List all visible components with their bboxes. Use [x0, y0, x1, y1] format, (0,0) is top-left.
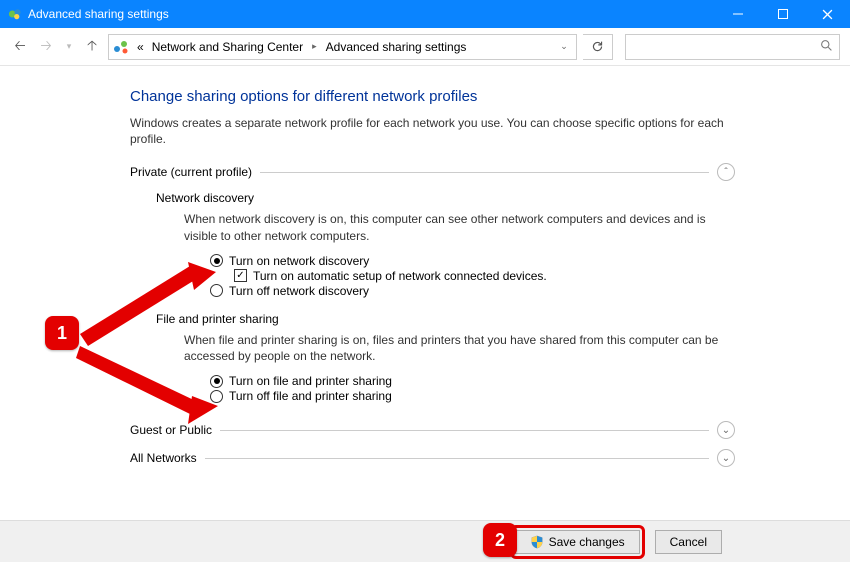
save-changes-button[interactable]: Save changes [515, 530, 640, 554]
cancel-button-label: Cancel [670, 535, 707, 549]
radio-label: Turn on file and printer sharing [229, 374, 392, 388]
page-intro: Windows creates a separate network profi… [130, 115, 735, 147]
breadcrumb-item-network-center[interactable]: Network and Sharing Center [150, 40, 305, 54]
network-icon [113, 39, 131, 55]
address-bar[interactable]: « Network and Sharing Center ▸ Advanced … [108, 34, 577, 60]
maximize-button[interactable] [760, 0, 805, 28]
collapse-icon[interactable]: ˆ [717, 163, 735, 181]
radio-label: Turn off file and printer sharing [229, 389, 392, 403]
expand-icon[interactable]: ⌄ [717, 449, 735, 467]
history-dropdown[interactable]: ▾ [62, 41, 76, 52]
section-private-header[interactable]: Private (current profile) ˆ [130, 163, 735, 181]
radio-file-printer-off[interactable]: Turn off file and printer sharing [210, 389, 735, 403]
radio-net-discovery-on[interactable]: Turn on network discovery [210, 254, 735, 268]
network-discovery-desc: When network discovery is on, this compu… [184, 211, 735, 243]
nav-toolbar: 🡠 🡢 ▾ 🡡 « Network and Sharing Center ▸ A… [0, 28, 850, 66]
footer-bar: Save changes Cancel [0, 520, 850, 562]
annotation-highlight-save: Save changes [510, 525, 645, 559]
back-button[interactable]: 🡠 [10, 35, 30, 59]
breadcrumb-root-hint: « [135, 40, 146, 54]
section-allnets-label: All Networks [130, 451, 197, 465]
file-printer-title: File and printer sharing [156, 312, 735, 326]
breadcrumb-item-advanced-sharing[interactable]: Advanced sharing settings [324, 40, 469, 54]
cancel-button[interactable]: Cancel [655, 530, 722, 554]
minimize-button[interactable] [715, 0, 760, 28]
section-private-label: Private (current profile) [130, 165, 252, 179]
radio-icon [210, 375, 223, 388]
checkbox-auto-setup[interactable]: ✓ Turn on automatic setup of network con… [234, 269, 735, 283]
page-heading: Change sharing options for different net… [130, 88, 735, 105]
radio-file-printer-on[interactable]: Turn on file and printer sharing [210, 374, 735, 388]
window-title: Advanced sharing settings [28, 7, 169, 21]
save-button-label: Save changes [549, 535, 625, 549]
radio-label: Turn off network discovery [229, 284, 369, 298]
file-printer-desc: When file and printer sharing is on, fil… [184, 332, 735, 364]
chevron-right-icon[interactable]: ▸ [309, 41, 320, 52]
titlebar: Advanced sharing settings [0, 0, 850, 28]
content-area: Change sharing options for different net… [0, 66, 850, 520]
search-icon [820, 39, 833, 55]
control-panel-icon [8, 7, 22, 21]
subsection-file-printer: File and printer sharing When file and p… [156, 312, 735, 403]
radio-icon [210, 390, 223, 403]
refresh-button[interactable] [583, 34, 613, 60]
section-allnets-header[interactable]: All Networks ⌄ [130, 449, 735, 467]
uac-shield-icon [530, 535, 544, 549]
address-dropdown[interactable]: ⌄ [556, 41, 572, 52]
checkbox-label: Turn on automatic setup of network conne… [253, 269, 547, 283]
subsection-network-discovery: Network discovery When network discovery… [156, 191, 735, 297]
search-box[interactable] [625, 34, 840, 60]
radio-net-discovery-off[interactable]: Turn off network discovery [210, 284, 735, 298]
radio-icon [210, 284, 223, 297]
radio-icon [210, 254, 223, 267]
section-guest-header[interactable]: Guest or Public ⌄ [130, 421, 735, 439]
checkbox-icon: ✓ [234, 269, 247, 282]
up-button[interactable]: 🡡 [82, 35, 102, 59]
close-button[interactable] [805, 0, 850, 28]
network-discovery-title: Network discovery [156, 191, 735, 205]
radio-label: Turn on network discovery [229, 254, 369, 268]
expand-icon[interactable]: ⌄ [717, 421, 735, 439]
section-guest-label: Guest or Public [130, 423, 212, 437]
forward-button[interactable]: 🡢 [36, 35, 56, 59]
